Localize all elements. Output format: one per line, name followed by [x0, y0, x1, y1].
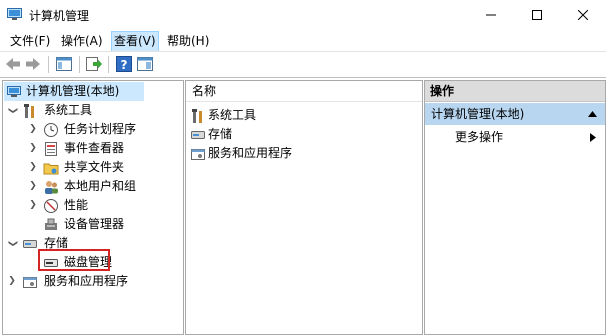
- tree-label: 事件查看器: [64, 141, 125, 155]
- event-viewer-icon: [45, 142, 57, 156]
- tree-item-local-users[interactable]: ❯ 本地用户和组: [4, 177, 179, 196]
- services-icon: [23, 277, 37, 288]
- tree-item-shared-folders[interactable]: ❯ 共享文件夹: [4, 158, 179, 177]
- export-list-icon[interactable]: [85, 55, 103, 73]
- tree-item-performance[interactable]: ❯ 性能: [4, 196, 179, 215]
- actions-section-label: 计算机管理(本地): [431, 107, 525, 121]
- toolbar: ?: [0, 51, 606, 78]
- chevron-down-icon[interactable]: ❯: [3, 239, 22, 249]
- forward-arrow-icon[interactable]: [24, 55, 42, 73]
- services-icon: [191, 149, 205, 160]
- tree-label: 任务计划程序: [64, 122, 137, 136]
- storage-icon: [23, 240, 37, 248]
- tree-label: 设备管理器: [64, 217, 125, 231]
- maximize-icon: [532, 10, 542, 20]
- collapse-up-icon[interactable]: [588, 111, 597, 117]
- list-item-services-apps[interactable]: 服务和应用程序: [186, 144, 386, 163]
- more-actions-label: 更多操作: [455, 130, 504, 144]
- shared-folder-icon: [43, 163, 59, 175]
- results-pane: 名称 系统工具 存储 服务和应用程序: [185, 80, 423, 335]
- show-console-tree-icon[interactable]: [55, 55, 73, 73]
- users-icon: [45, 181, 58, 194]
- toolbar-separator: [79, 56, 80, 73]
- tree-item-services-apps[interactable]: ❯ 服务和应用程序: [4, 272, 179, 291]
- toolbar-separator: [48, 56, 49, 73]
- list-item-system-tools[interactable]: 系统工具: [186, 106, 386, 125]
- minimize-button[interactable]: [468, 0, 514, 30]
- show-action-pane-icon[interactable]: [136, 55, 154, 73]
- tree-label: 系统工具: [44, 103, 93, 117]
- tree-item-task-scheduler[interactable]: ❯ 任务计划程序: [4, 120, 179, 139]
- console-tree-pane: 计算机管理(本地) ❯ 系统工具 ❯ 任务计划程序 ❯ 事件查看器 ❯ 共享文件…: [2, 80, 184, 335]
- close-icon: [578, 10, 588, 20]
- list-item-label: 存储: [208, 127, 233, 141]
- help-icon[interactable]: ?: [115, 55, 133, 73]
- computer-management-icon: [7, 8, 22, 20]
- computer-management-icon: [7, 86, 21, 97]
- menu-help[interactable]: 帮助(H): [165, 33, 211, 50]
- tree-item-device-manager[interactable]: 设备管理器: [4, 215, 179, 234]
- menu-file[interactable]: 文件(F): [8, 33, 52, 50]
- chevron-right-icon[interactable]: ❯: [28, 120, 38, 139]
- back-arrow-icon[interactable]: [4, 55, 22, 73]
- menu-view[interactable]: 查看(V): [111, 31, 159, 52]
- system-tools-icon: [192, 109, 202, 123]
- storage-icon: [191, 131, 205, 139]
- menu-bar: 文件(F) 操作(A) 查看(V) 帮助(H): [0, 30, 606, 52]
- clock-icon: [44, 123, 58, 137]
- column-header-label: 名称: [192, 84, 217, 98]
- more-actions-item[interactable]: 更多操作: [425, 127, 605, 147]
- tree-label: 性能: [64, 198, 89, 212]
- performance-icon: [44, 199, 58, 213]
- maximize-button[interactable]: [514, 0, 560, 30]
- title-bar: 计算机管理: [0, 0, 606, 30]
- toolbar-separator: [108, 56, 109, 73]
- actions-header: 操作: [425, 81, 605, 102]
- tree-label: 共享文件夹: [64, 160, 125, 174]
- window-title: 计算机管理: [29, 9, 90, 23]
- tree-item-root[interactable]: 计算机管理(本地): [4, 82, 144, 101]
- chevron-right-icon[interactable]: ❯: [28, 177, 38, 196]
- tree-item-event-viewer[interactable]: ❯ 事件查看器: [4, 139, 179, 158]
- submenu-arrow-icon: [590, 133, 596, 142]
- list-item-label: 系统工具: [208, 108, 257, 122]
- tree-label: 本地用户和组: [64, 179, 137, 193]
- chevron-right-icon[interactable]: ❯: [28, 196, 38, 215]
- system-tools-icon: [24, 104, 34, 118]
- tree-label: 服务和应用程序: [44, 274, 129, 288]
- list-item-label: 服务和应用程序: [208, 146, 293, 160]
- tree-label: 计算机管理(本地): [26, 84, 120, 98]
- list-item-storage[interactable]: 存储: [186, 125, 386, 144]
- device-manager-icon: [45, 218, 57, 230]
- tree-item-system-tools[interactable]: ❯ 系统工具: [4, 101, 164, 120]
- chevron-down-icon[interactable]: ❯: [3, 106, 22, 116]
- close-button[interactable]: [560, 0, 606, 30]
- column-header-name[interactable]: 名称: [186, 81, 422, 102]
- actions-section-computer-management[interactable]: 计算机管理(本地): [425, 103, 605, 125]
- highlight-box: [38, 249, 110, 271]
- actions-pane: 操作 计算机管理(本地) 更多操作: [424, 80, 606, 335]
- chevron-right-icon[interactable]: ❯: [7, 272, 17, 291]
- menu-action[interactable]: 操作(A): [59, 33, 105, 50]
- svg-text:?: ?: [121, 58, 128, 72]
- chevron-right-icon[interactable]: ❯: [28, 139, 38, 158]
- chevron-right-icon[interactable]: ❯: [28, 158, 38, 177]
- minimize-icon: [486, 14, 496, 16]
